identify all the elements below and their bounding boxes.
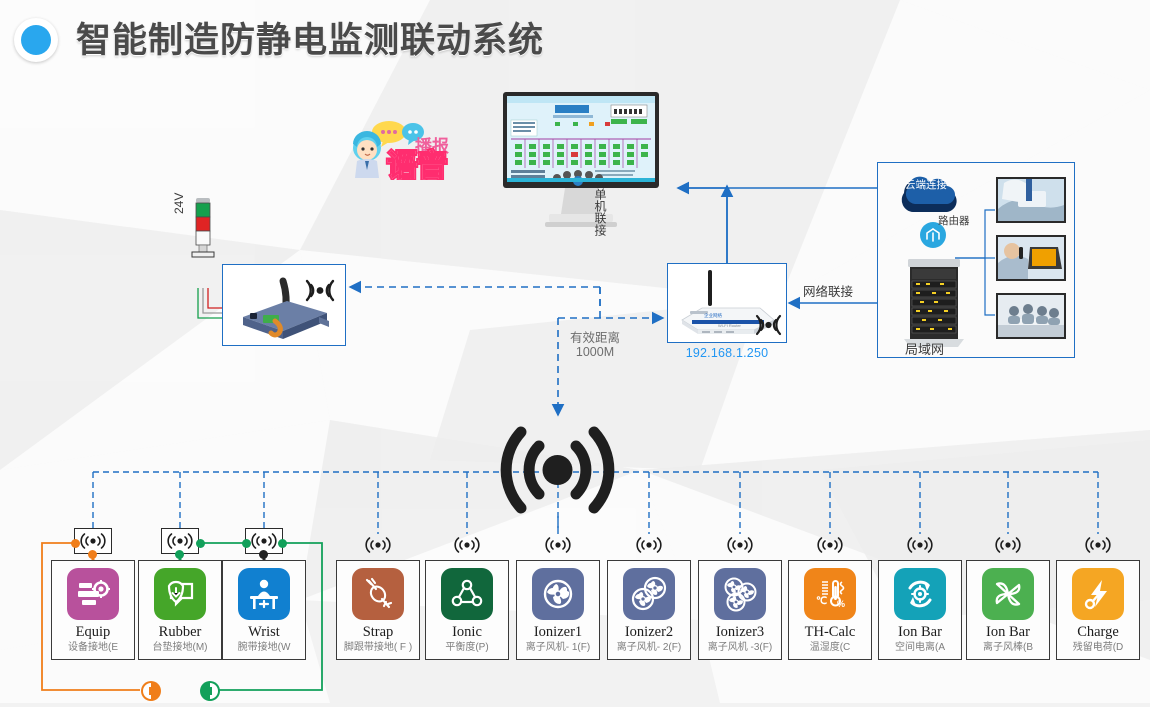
device-card-thcalc[interactable]: ℃ % TH-Calc 温湿度(C [788,560,872,660]
wifi-mark-thcalc [815,532,845,558]
wifi-mark-ionizer2 [634,532,664,558]
svg-text:WI-FI Router: WI-FI Router [718,323,742,328]
voltage-label: 24V [172,192,186,214]
wifi-mark-ionizer1 [543,532,573,558]
device-card-charge[interactable]: Charge 残留电荷(D [1056,560,1140,660]
device-name-cn: 离子风机- 2(F) [616,642,682,653]
app-logo [14,18,58,62]
equipment-ground-icon [67,568,119,620]
svg-text:语音: 语音 [387,150,447,180]
connector-dot-wrist-right [278,539,287,548]
device-name-cn: 台垫接地(M) [152,642,208,653]
page-title: 智能制造防静电监测联动系统 [76,21,545,60]
photo-phone-laptop-user [996,235,1066,281]
diagram-canvas: 智能制造防静电监测联动系统 播报 语音 语音 24V 企业网络 WI-FI Ro… [0,0,1150,703]
connector-dot-rubber [175,550,184,559]
effective-range-label: 有效距离 1000M [570,331,620,359]
connector-dot-equip [88,550,97,559]
range-line2: 1000M [575,345,615,359]
voice-broadcast-badge: 播报 语音 语音 [343,118,461,185]
device-name-cn: 平衡度(P) [445,642,489,653]
device-name-en: Ionic [452,624,482,640]
device-name-en: TH-Calc [804,624,856,640]
device-name-cn: 离子风机- 1(F) [525,642,591,653]
device-card-ionizer3[interactable]: Ionizer3 离子风机 -3(F) [698,560,782,660]
ion-fan-triple-icon [714,568,766,620]
device-row: Equip 设备接地(E Rubber 台垫接地(M) Wrist 腕带接地(W… [0,528,1150,660]
ion-fan-double-icon [623,568,675,620]
thermo-humidity-icon: ℃ % [804,568,856,620]
device-name-en: Wrist [248,624,280,640]
photo-meeting-room [996,293,1066,339]
device-name-en: Ion Bar [986,624,1030,640]
device-name-cn: 温湿度(C [809,642,851,653]
device-card-rubber[interactable]: Rubber 台垫接地(M) [138,560,222,660]
heel-strap-icon [352,568,404,620]
wifi-mark-ionic [452,532,482,558]
wifi-mark-ionbar-b [993,532,1023,558]
mat-ground-shield-icon [154,568,206,620]
app-header: 智能制造防静电监测联动系统 [0,0,1150,72]
connector-dot-wrist-left [242,539,251,548]
router-ip-address: 192.168.1.250 [685,346,769,360]
device-name-cn: 残留电荷(D [1072,642,1124,653]
residual-charge-bolt-icon [1072,568,1124,620]
device-name-en: Charge [1077,624,1119,640]
wifi-mark-ionbar-a [905,532,935,558]
photo-tablet-user [996,177,1066,223]
serial-link-label: 单机联接 [593,188,607,236]
router-label: 路由器 [938,215,970,227]
lan-label: 局域网 [905,342,945,357]
wifi-mark-charge [1083,532,1113,558]
device-name-cn: 离子风棒(B [983,642,1033,653]
device-card-ionbar-a[interactable]: Ion Bar 空间电离(A [878,560,962,660]
wifi-mark-strap [363,532,393,558]
svg-text:%: % [837,599,845,609]
range-line1: 有效距离 [570,331,621,345]
device-card-ionizer1[interactable]: Ionizer1 离子风机- 1(F) [516,560,600,660]
wifi-broadcast-large-icon [495,424,620,516]
connector-dot-equip-left [71,539,80,548]
connector-dot-rubber-right [196,539,205,548]
monitor-host-display [495,92,667,240]
device-name-cn: 腕带接地(W [237,642,291,653]
network-link-label: 网络联接 [803,285,854,299]
device-card-ionbar-b[interactable]: Ion Bar 离子风棒(B [966,560,1050,660]
server-rack [904,259,964,347]
wifi-router-node[interactable]: 企业网络 WI-FI Router [667,263,787,343]
device-name-cn: 设备接地(E [68,642,118,653]
device-card-equip[interactable]: Equip 设备接地(E [51,560,135,660]
svg-text:企业网络: 企业网络 [704,312,722,319]
svg-text:℃: ℃ [816,596,827,607]
signal-tower-light [188,198,218,288]
device-name-en: Strap [362,624,394,640]
device-name-en: Equip [75,624,111,640]
wrist-strap-desk-icon [238,568,290,620]
ion-space-cycle-icon [894,568,946,620]
wifi-mark-ionizer3 [725,532,755,558]
device-name-en: Ionizer1 [533,624,583,640]
blue-circle-logo-icon [21,25,51,55]
device-name-cn: 离子风机 -3(F) [707,642,773,653]
device-card-wrist[interactable]: Wrist 腕带接地(W [222,560,306,660]
device-name-cn: 空间电离(A [895,642,945,653]
device-name-en: Rubber [158,624,202,640]
ion-bar-pinwheel-icon [982,568,1034,620]
ion-fan-single-icon [532,568,584,620]
ionic-balance-icon [441,568,493,620]
device-card-ionizer2[interactable]: Ionizer2 离子风机- 2(F) [607,560,691,660]
connector-dot-wrist [259,550,268,559]
device-name-en: Ionizer3 [715,624,765,640]
device-name-en: Ion Bar [898,624,942,640]
device-card-strap[interactable]: Strap 脚跟带接地( F ) [336,560,420,660]
device-card-ionic[interactable]: Ionic 平衡度(P) [425,560,509,660]
wireless-gateway-node[interactable] [222,264,346,346]
device-name-cn: 脚跟带接地( F ) [343,642,413,653]
cloud-connection-label: 云端连接 [905,179,947,191]
device-name-en: Ionizer2 [624,624,674,640]
